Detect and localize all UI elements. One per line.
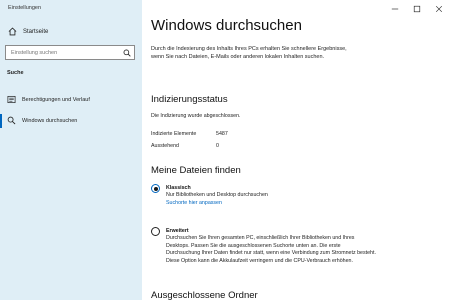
intro-text: Durch die Indexierung des Inhalts Ihres … [151, 46, 347, 60]
sidebar-item-label: Windows durchsuchen [22, 118, 78, 124]
excluded-folders-heading: Ausgeschlossene Ordner [151, 290, 258, 300]
window-title: Einstellungen [8, 5, 42, 11]
main-content: Windows durchsuchen Durch die Indexierun… [142, 0, 450, 300]
sidebar-section-label: Suche [7, 70, 24, 76]
minimize-icon [391, 8, 399, 10]
sidebar-item-windows-search[interactable]: Windows durchsuchen [0, 114, 142, 128]
radio-classic[interactable] [151, 184, 160, 193]
indexing-status-heading: Indizierungsstatus [151, 94, 228, 105]
window-controls [384, 0, 450, 18]
minimize-button[interactable] [384, 0, 406, 18]
sidebar-item-home[interactable]: Startseite [8, 26, 48, 38]
option-classic[interactable]: Klassisch Nur Bibliotheken und Desktop d… [151, 184, 376, 207]
radio-enhanced[interactable] [151, 227, 160, 236]
permissions-list-icon [7, 91, 16, 109]
title-bar: Einstellungen [0, 0, 450, 18]
search-icon[interactable] [120, 46, 134, 59]
radio-selected-dot [153, 186, 158, 191]
close-icon [435, 5, 443, 13]
find-files-heading: Meine Dateien finden [151, 165, 241, 176]
settings-search-box[interactable] [5, 45, 135, 60]
option-classic-description: Nur Bibliotheken und Desktop durchsuchen [166, 192, 268, 198]
page-title: Windows durchsuchen [151, 17, 302, 34]
search-icon [7, 112, 16, 130]
indexing-status-text: Die Indizierung wurde abgeschlossen. [151, 113, 241, 119]
option-enhanced-description: Durchsuchen Sie Ihren gesamten PC, einsc… [166, 235, 376, 264]
pending-value: 0 [216, 143, 219, 149]
sidebar: Startseite Suche Berechtigungen und Verl… [0, 0, 142, 300]
sidebar-item-permissions-history[interactable]: Berechtigungen und Verlauf [0, 93, 142, 107]
customize-locations-link[interactable]: Suchorte hier anpassen [166, 200, 376, 208]
option-enhanced[interactable]: Erweitert Durchsuchen Sie Ihren gesamten… [151, 227, 376, 265]
maximize-button[interactable] [406, 0, 428, 18]
option-enhanced-title: Erweitert [166, 228, 189, 234]
home-icon [8, 23, 17, 41]
close-button[interactable] [428, 0, 450, 18]
home-label: Startseite [23, 29, 49, 35]
maximize-icon [413, 5, 421, 13]
indexed-items-value: 5487 [216, 131, 228, 137]
indexed-items-label: Indizierte Elemente [151, 131, 197, 137]
pending-label: Ausstehend [151, 143, 179, 149]
option-classic-title: Klassisch [166, 185, 191, 191]
settings-search-input[interactable] [6, 46, 120, 59]
sidebar-item-label: Berechtigungen und Verlauf [22, 97, 90, 103]
